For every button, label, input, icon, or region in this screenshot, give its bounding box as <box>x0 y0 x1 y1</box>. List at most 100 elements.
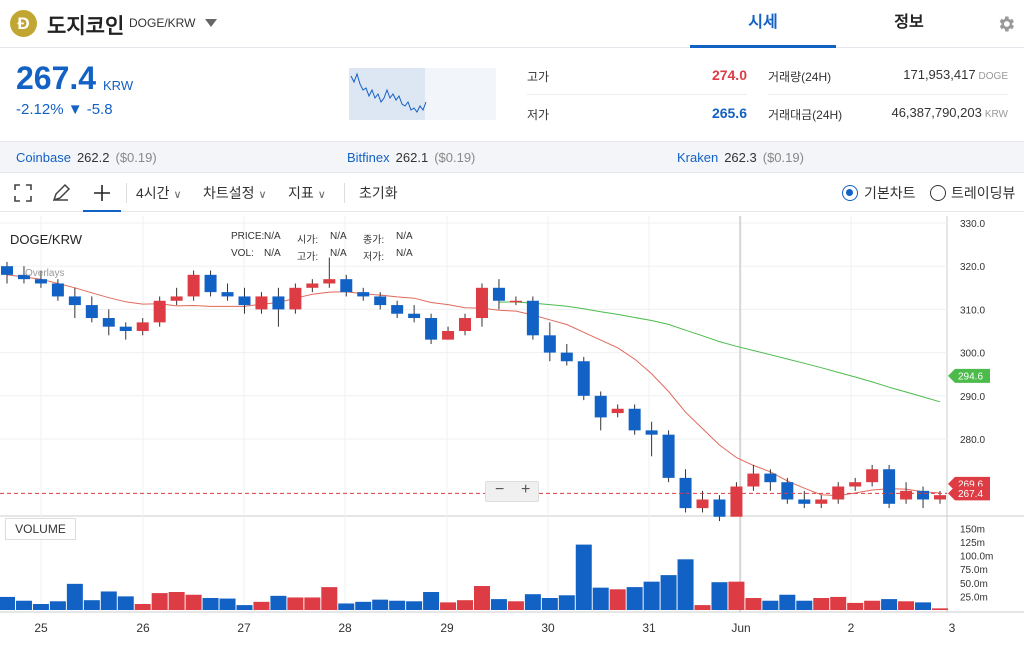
candle-body <box>577 361 590 396</box>
volume-bar <box>304 597 321 610</box>
exchange-bitfinex[interactable]: Bitfinex 262.1 ($0.19) <box>347 150 475 165</box>
amount-unit: KRW <box>984 109 1008 120</box>
volume-bar <box>151 593 168 610</box>
exchange-kraken[interactable]: Kraken 262.3 ($0.19) <box>677 150 804 165</box>
volume-bar <box>423 592 440 610</box>
current-price: 267.4 <box>16 60 97 96</box>
x-tick-label: 27 <box>237 621 251 635</box>
price-unit: KRW <box>103 78 134 93</box>
zoom-control: − + <box>485 481 539 502</box>
volume-bar <box>898 601 915 610</box>
high-value: 274.0 <box>711 67 747 83</box>
candle-body <box>492 287 505 301</box>
fullscreen-icon[interactable] <box>12 182 34 204</box>
zoom-in-button[interactable]: + <box>521 481 530 499</box>
crosshair-tool[interactable] <box>83 174 121 212</box>
candle-body <box>509 300 522 303</box>
candle-body <box>425 318 438 340</box>
volume-bar <box>321 587 338 610</box>
volume-tick-label: 100.0m <box>960 552 993 563</box>
x-tick-label: Jun <box>731 621 750 635</box>
volume-bar <box>0 596 15 610</box>
candle-body <box>374 296 387 306</box>
candle-body <box>255 296 268 310</box>
volume-bar <box>185 594 202 610</box>
y-tick-label: 320.0 <box>960 262 985 273</box>
tab-quote[interactable]: 시세 <box>690 0 836 48</box>
low-label: 저가 <box>527 108 550 122</box>
y-tick-label: 310.0 <box>960 305 985 316</box>
crosshair-icon <box>94 185 110 201</box>
basic-chart-label[interactable]: 기본차트 <box>864 174 916 212</box>
volume-bar <box>830 596 847 610</box>
legend-low-value: N/A <box>396 248 413 259</box>
candle-body <box>917 490 930 500</box>
chevron-down-icon: ∨ <box>317 189 326 201</box>
volume-tick-label: 150m <box>960 524 985 535</box>
y-tick-label: 290.0 <box>960 392 985 403</box>
candle-body <box>170 296 183 301</box>
coin-name[interactable]: 도지코인 <box>47 10 124 40</box>
zoom-out-button[interactable]: − <box>495 481 504 499</box>
gear-icon[interactable] <box>996 14 1016 34</box>
exchange-name: Coinbase <box>16 150 71 165</box>
candle-body <box>391 305 404 314</box>
candle-body <box>340 279 353 293</box>
exchange-coinbase[interactable]: Coinbase 262.2 ($0.19) <box>16 150 157 165</box>
exchange-usd: ($0.19) <box>115 150 157 165</box>
legend-close-label: 종가: <box>363 235 385 246</box>
candle-body <box>153 300 166 323</box>
volume-panel-label: VOLUME <box>5 518 76 540</box>
volume-bar <box>219 598 236 610</box>
volume-bar <box>507 601 524 610</box>
exchange-price: 262.2 <box>76 150 110 165</box>
volume-bar <box>83 600 100 610</box>
coin-dropdown-chevron-icon[interactable] <box>205 19 217 27</box>
candle-body <box>611 408 624 414</box>
exchange-usd: ($0.19) <box>434 150 476 165</box>
candle-body <box>306 283 319 288</box>
high-label: 고가 <box>527 70 550 84</box>
amount-value: 46,387,790,203 <box>891 105 982 120</box>
tradingview-label[interactable]: 트레이딩뷰 <box>951 174 1015 212</box>
volume-bar <box>117 596 134 610</box>
volume-bar <box>660 575 677 610</box>
candle-body <box>798 499 811 504</box>
candle-body <box>408 313 421 319</box>
volume-bar <box>100 591 117 610</box>
volume-bar <box>915 602 932 610</box>
candle-body <box>323 279 336 284</box>
tradingview-radio[interactable] <box>930 185 946 201</box>
candle-body <box>85 305 98 319</box>
low-value: 265.6 <box>711 105 747 121</box>
volume-bar <box>694 605 711 610</box>
tab-info[interactable]: 정보 <box>836 0 982 48</box>
volume-bar <box>355 601 372 610</box>
candle-body <box>747 473 760 487</box>
x-tick-label: 28 <box>338 621 352 635</box>
pencil-draw-icon[interactable] <box>50 182 72 204</box>
legend-price-value: N/A <box>264 231 281 242</box>
coin-pair[interactable]: DOGE/KRW <box>129 16 195 30</box>
interval-dropdown[interactable]: 4시간 ∨ <box>136 174 182 212</box>
basic-chart-radio[interactable] <box>842 185 858 201</box>
candle-body <box>900 490 913 500</box>
volume-bar <box>796 600 813 610</box>
overlays-label[interactable]: Overlays <box>25 268 64 279</box>
divider <box>126 183 127 203</box>
candle-body <box>442 331 455 340</box>
candle-body <box>102 318 115 327</box>
volume-bar <box>541 598 558 610</box>
volume-bar <box>253 601 270 610</box>
candle-body <box>815 499 828 504</box>
y-tick-label: 280.0 <box>960 435 985 446</box>
volume-bar <box>864 600 881 610</box>
volume-bar <box>932 608 948 610</box>
reset-button[interactable]: 초기화 <box>359 174 398 212</box>
volume-bar <box>15 600 32 610</box>
candle-body <box>475 287 488 319</box>
volume-bar <box>626 587 643 610</box>
indicator-dropdown[interactable]: 지표 ∨ <box>288 174 326 212</box>
candlestick-chart[interactable]: 330.0 320.0 310.0 300.0 290.0 280.0 150m 125m 10… <box>0 213 1024 645</box>
chart-settings-dropdown[interactable]: 차트설정 ∨ <box>203 174 267 212</box>
